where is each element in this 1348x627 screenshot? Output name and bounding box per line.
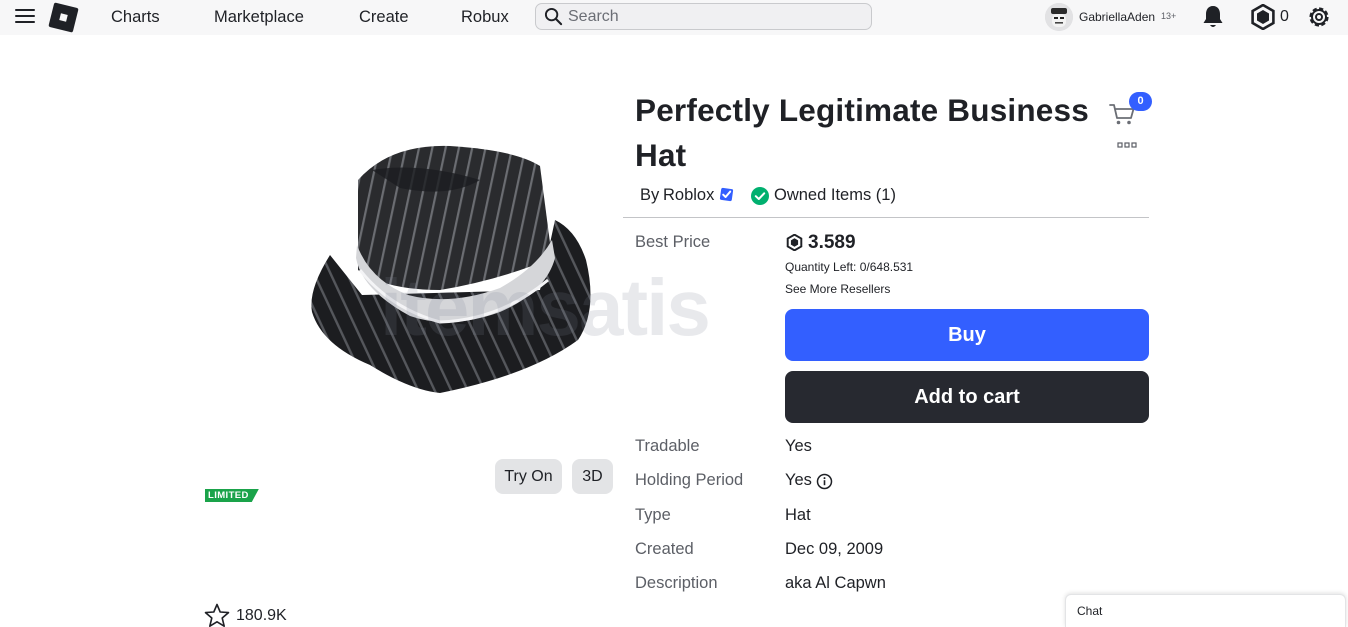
search-input[interactable] — [568, 6, 863, 27]
search-bar[interactable] — [535, 3, 872, 30]
item-title: Perfectly Legitimate Business Hat — [635, 92, 1089, 173]
holding-period-value: Yes — [785, 471, 812, 489]
favorite-count: 180.9K — [236, 607, 287, 624]
star-icon[interactable] — [204, 603, 230, 627]
bell-icon[interactable] — [1201, 4, 1225, 30]
buy-button[interactable]: Buy — [785, 309, 1149, 361]
created-label: Created — [635, 540, 694, 558]
see-more-resellers-link[interactable]: See More Resellers — [785, 282, 890, 296]
info-icon[interactable] — [816, 473, 833, 490]
more-options-icon[interactable] — [1117, 141, 1137, 149]
best-price-value: 3.589 — [808, 232, 856, 253]
avatar-face-icon — [1045, 3, 1073, 31]
quantity-left: Quantity Left: 0/648.531 — [785, 260, 914, 274]
avatar[interactable] — [1045, 3, 1073, 31]
created-value: Dec 09, 2009 — [785, 540, 884, 558]
top-navigation-bar: Charts Marketplace Create Robux Gabriell… — [0, 0, 1348, 35]
add-to-cart-button[interactable]: Add to cart — [785, 371, 1149, 423]
cart-count-badge: 0 — [1129, 92, 1152, 111]
verified-badge-icon — [719, 187, 734, 202]
nav-link-create[interactable]: Create — [359, 8, 409, 27]
robux-icon[interactable] — [1250, 4, 1276, 30]
robux-balance[interactable]: 0 — [1280, 8, 1289, 26]
creator-link[interactable]: Roblox — [663, 186, 714, 205]
chat-panel-tab[interactable]: Chat — [1065, 594, 1346, 627]
description-label: Description — [635, 574, 718, 592]
chat-label: Chat — [1077, 604, 1103, 618]
holding-period-label: Holding Period — [635, 471, 744, 489]
owned-items-link[interactable]: Owned Items (1) — [774, 186, 896, 205]
roblox-logo[interactable] — [48, 2, 79, 33]
creator-prefix: By — [640, 186, 660, 204]
age-badge: 13+ — [1161, 11, 1177, 21]
nav-link-marketplace[interactable]: Marketplace — [214, 8, 304, 27]
nav-link-charts[interactable]: Charts — [111, 8, 160, 27]
try-on-button[interactable]: Try On — [495, 459, 562, 494]
owned-check-icon — [751, 187, 769, 205]
best-price-label: Best Price — [635, 233, 711, 251]
tradable-value: Yes — [785, 437, 812, 455]
nav-link-robux[interactable]: Robux — [461, 8, 509, 27]
item-thumbnail-hat — [311, 145, 591, 393]
description-value: aka Al Capwn — [785, 574, 886, 592]
tradable-label: Tradable — [635, 437, 700, 455]
type-label: Type — [635, 506, 671, 524]
type-value: Hat — [785, 506, 811, 524]
robux-icon — [786, 234, 803, 251]
view-3d-button[interactable]: 3D — [572, 459, 613, 494]
gear-icon[interactable] — [1306, 4, 1332, 30]
username-label[interactable]: GabriellaAden — [1079, 10, 1155, 24]
limited-badge: LIMITED — [205, 489, 259, 502]
menu-icon[interactable] — [15, 9, 35, 25]
search-icon — [544, 7, 563, 26]
divider — [623, 217, 1149, 218]
